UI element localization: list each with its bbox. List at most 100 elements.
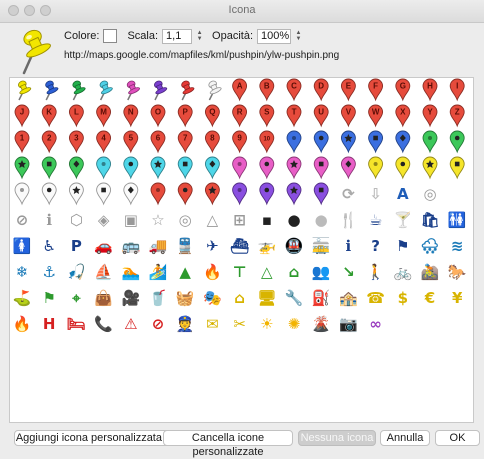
mail-icon[interactable]: ✉	[206, 315, 219, 333]
delete-custom-icons-button[interactable]: Cancella icone personalizzate	[163, 430, 293, 458]
black-circle-icon[interactable]: ●	[287, 211, 300, 229]
train-icon[interactable]: 🚆	[176, 237, 195, 255]
lightblue-marker-square-icon[interactable]	[177, 156, 193, 180]
no-icon-button[interactable]: Nessuna icona	[298, 430, 376, 446]
telephone-icon[interactable]: 📞	[94, 314, 113, 333]
red-marker-q-icon[interactable]: Q	[204, 104, 220, 128]
white-marker-diamond-icon[interactable]	[123, 182, 139, 206]
no-entry-icon[interactable]: ⊘	[16, 211, 29, 229]
toilet-icon[interactable]: 🚻	[448, 211, 467, 229]
salon-icon[interactable]: ✂	[233, 315, 246, 333]
wrench-icon[interactable]: 🔧	[285, 288, 304, 307]
yellow-marker-square-icon[interactable]	[449, 156, 465, 180]
green-marker-icon[interactable]	[422, 130, 438, 154]
red-marker-x-icon[interactable]: X	[395, 104, 411, 128]
lightblue-marker-star-icon[interactable]	[150, 156, 166, 180]
truck-icon[interactable]: 🚚	[149, 237, 168, 255]
red-marker-f-icon[interactable]: F	[368, 78, 384, 102]
cabin-icon[interactable]: ⌂	[289, 263, 300, 281]
star-outline-icon[interactable]: ☆	[151, 211, 164, 229]
red-marker-z-icon[interactable]: Z	[449, 104, 465, 128]
blue-marker-icon[interactable]	[286, 130, 302, 154]
yellow-marker-star-icon[interactable]	[422, 156, 438, 180]
golf-icon[interactable]: ⛳	[13, 289, 32, 307]
flag-icon[interactable]: ⚑	[396, 237, 409, 255]
red-marker-r-icon[interactable]: R	[232, 104, 248, 128]
sailboat-icon[interactable]: ⛵	[94, 263, 113, 281]
blue-marker-dot-icon[interactable]	[313, 130, 329, 154]
blue-pushpin-icon[interactable]	[43, 79, 59, 101]
red-marker-8-icon[interactable]: 8	[204, 130, 220, 154]
red-marker-m-icon[interactable]: M	[96, 104, 112, 128]
pink-marker-diamond-icon[interactable]	[340, 156, 356, 180]
blue-marker-star-icon[interactable]	[340, 130, 356, 154]
lighthouse-icon[interactable]: ⌖	[71, 289, 81, 307]
hexagon-icon[interactable]: ⬡	[70, 211, 83, 229]
fishing-icon[interactable]: 🎣	[67, 262, 86, 281]
volcano-icon[interactable]: 🌋	[312, 315, 331, 333]
yellow-pushpin-icon[interactable]	[16, 79, 32, 101]
gas-station-icon[interactable]: ⛽	[312, 289, 331, 307]
phone-booth-icon[interactable]: ☎	[366, 289, 385, 307]
red-marker-d-icon[interactable]: D	[313, 78, 329, 102]
hotel-bed-icon[interactable]: 🛏	[67, 315, 86, 333]
pink-pushpin-icon[interactable]	[124, 79, 140, 101]
fire-icon[interactable]: 🔥	[13, 315, 32, 333]
crosshair-square-icon[interactable]: ⊞	[233, 211, 246, 229]
black-square-icon[interactable]: ▪	[262, 211, 272, 229]
add-custom-icon-button[interactable]: Aggiungi icona personalizzata...	[14, 430, 173, 446]
red-marker-6-icon[interactable]: 6	[150, 130, 166, 154]
red-marker-3-icon[interactable]: 3	[68, 130, 84, 154]
triangle-a-icon[interactable]: A	[397, 185, 409, 203]
toilet-female-icon[interactable]: 🚺	[13, 237, 32, 255]
shopping-icon[interactable]: 🛍	[420, 211, 439, 229]
caution-icon[interactable]: ⚠	[124, 315, 137, 333]
subway-icon[interactable]: 🚇	[285, 237, 304, 255]
tent-icon[interactable]: △	[261, 263, 273, 281]
white-marker-dot-icon[interactable]	[41, 182, 57, 206]
snow-cloud-icon[interactable]: 🌨	[420, 237, 439, 255]
white-marker-star-icon[interactable]	[68, 182, 84, 206]
arrow-reload-icon[interactable]: ⟳	[342, 185, 355, 203]
convenience-icon[interactable]: 🥤	[149, 289, 168, 307]
parking-icon[interactable]: P	[71, 237, 82, 255]
sunflower-icon[interactable]: ✺	[288, 315, 301, 333]
red-marker-10-icon[interactable]: 10	[259, 130, 275, 154]
bicycle-icon[interactable]: 🚲	[393, 263, 412, 281]
red-marker-w-icon[interactable]: W	[368, 104, 384, 128]
yen-icon[interactable]: ¥	[452, 289, 463, 307]
surfing-icon[interactable]: 🏄	[149, 263, 168, 281]
pink-marker-star-icon[interactable]	[286, 156, 302, 180]
police-icon[interactable]: 👮	[176, 314, 195, 333]
theater-icon[interactable]: 🎭	[203, 289, 222, 307]
white-pushpin-icon[interactable]	[206, 79, 222, 101]
dollar-icon[interactable]: $	[398, 289, 408, 307]
snowflake-icon[interactable]: ❄	[16, 263, 29, 281]
red-marker-e-icon[interactable]: E	[340, 78, 356, 102]
pink-marker-square-icon[interactable]	[313, 156, 329, 180]
grey-circle-icon[interactable]: ●	[315, 211, 328, 229]
purple-marker-icon[interactable]	[232, 182, 248, 206]
arrow-down-icon[interactable]: ⇩	[369, 185, 382, 203]
white-marker-square-icon[interactable]	[96, 182, 112, 206]
icon-url-field[interactable]: http://maps.google.com/mapfiles/kml/push…	[64, 50, 339, 64]
ok-button[interactable]: OK	[435, 430, 480, 446]
camera-icon[interactable]: 📷	[339, 315, 358, 333]
red-marker-j-icon[interactable]: J	[14, 104, 30, 128]
purple-marker-star-icon[interactable]	[286, 182, 302, 206]
red-marker-dot-icon[interactable]	[177, 182, 193, 206]
red-marker-i-icon[interactable]: I	[449, 78, 465, 102]
monitor-icon[interactable]: 🖥	[257, 289, 276, 307]
red-marker-v-icon[interactable]: V	[340, 104, 356, 128]
red-marker-o-icon[interactable]: O	[150, 104, 166, 128]
red-marker-a-icon[interactable]: A	[232, 78, 248, 102]
red-marker-h-icon[interactable]: H	[422, 78, 438, 102]
no-smoking-icon[interactable]: ⊘	[152, 315, 165, 333]
airplane-icon[interactable]: ✈	[206, 237, 219, 255]
marina-icon[interactable]: ⚑	[42, 289, 55, 307]
horse-icon[interactable]: 🐎	[448, 263, 467, 281]
waves-icon[interactable]: ≋	[451, 237, 464, 255]
bar-icon[interactable]: 🍸	[393, 210, 412, 229]
purple-marker-dot-icon[interactable]	[259, 182, 275, 206]
red-marker-g-icon[interactable]: G	[395, 78, 411, 102]
